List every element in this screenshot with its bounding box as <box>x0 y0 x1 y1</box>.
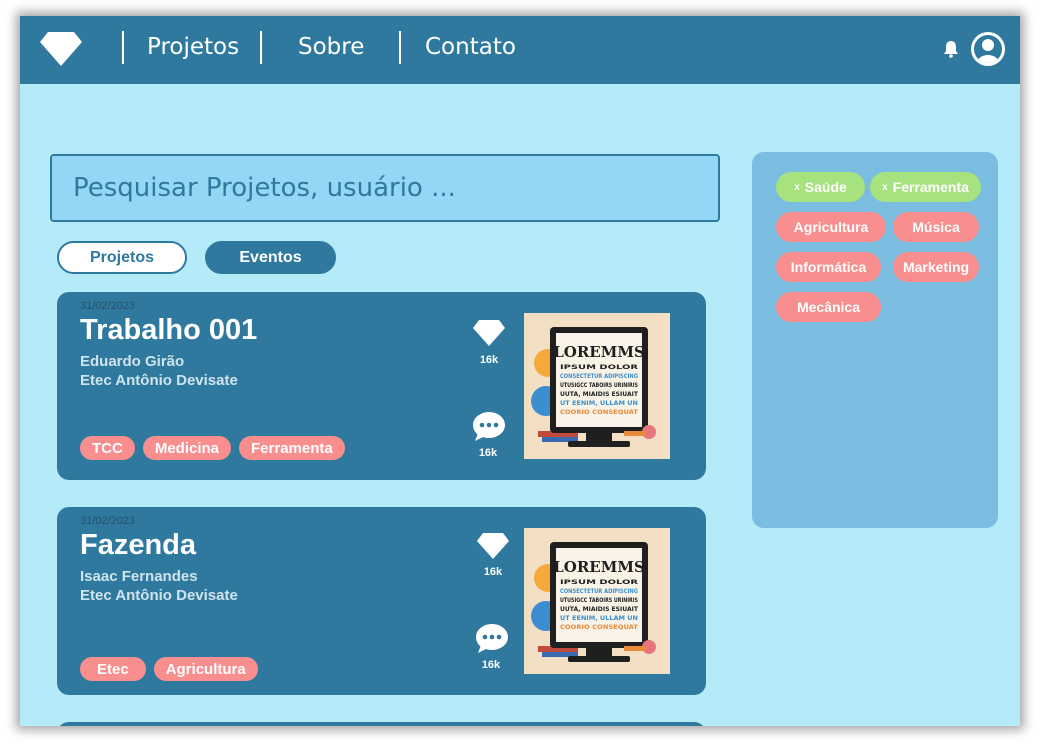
selected-filter-chip[interactable]: x Ferramenta <box>870 172 981 202</box>
remove-filter-icon[interactable]: x <box>882 182 888 193</box>
card-school: Etec Antônio Devisate <box>80 587 238 604</box>
nav-divider <box>399 31 401 64</box>
project-card[interactable]: 31/02/2023 Fazenda Isaac Fernandes Etec … <box>57 507 706 695</box>
thumbnail-text-line: UT EENIM, ULLAM UN <box>560 615 638 622</box>
diamond-like-icon[interactable] <box>473 319 505 347</box>
filter-option-chip[interactable]: Informática <box>776 252 881 282</box>
comment-icon[interactable] <box>475 622 509 654</box>
nav-divider <box>260 31 262 64</box>
top-nav-bar: Projetos Sobre Contato <box>20 16 1020 84</box>
card-title: Fazenda <box>80 529 197 561</box>
tag[interactable]: Agricultura <box>153 657 258 681</box>
filter-option-chip[interactable]: Música <box>893 212 979 242</box>
retro-computer-illustration: LOREMMS IPSUM DOLOR CONSECTETUR ADIPISCING… <box>531 542 656 662</box>
nav-link-contato[interactable]: Contato <box>425 34 516 60</box>
diamond-like-icon[interactable] <box>477 532 509 560</box>
filter-option-chip[interactable]: Mecânica <box>776 292 881 322</box>
chip-label: Saúde <box>804 179 847 195</box>
thumbnail-text-line: UT EENIM, ULLAM UN <box>560 400 638 407</box>
tab-projetos[interactable]: Projetos <box>57 241 187 274</box>
thumbnail-text-line: UTUSIGCC TABOIRS URINIRIS <box>560 382 638 389</box>
bell-icon[interactable] <box>943 40 959 58</box>
project-thumbnail[interactable]: LOREMMS IPSUM DOLOR CONSECTETUR ADIPISCING… <box>524 528 670 674</box>
thumbnail-text-line: CONSECTETUR ADIPISCING <box>560 373 638 380</box>
thumbnail-heading: LOREMMS <box>553 343 645 361</box>
thumbnail-heading: LOREMMS <box>553 558 645 576</box>
thumbnail-text-line: UUTA, MIAIDIS ESIUAIT <box>560 606 639 613</box>
thumbnail-text-line: COORIO CONSEQUAT <box>560 409 639 416</box>
retro-computer-illustration: LOREMMS IPSUM DOLOR CONSECTETUR ADIPISCING… <box>531 327 656 447</box>
card-date: 31/02/2023 <box>80 515 136 527</box>
thumbnail-text-line: IPSUM DOLOR <box>560 364 639 371</box>
card-author: Eduardo Girão <box>80 353 185 370</box>
tag[interactable]: Ferramenta <box>239 436 345 460</box>
project-card[interactable]: 31/02/2023 Trabalho 001 Eduardo Girão Et… <box>57 292 706 480</box>
comment-icon[interactable] <box>472 410 506 442</box>
like-count: 16k <box>483 566 503 578</box>
tag[interactable]: TCC <box>80 436 135 460</box>
thumbnail-text-line: UUTA, MIAIDIS ESIUAIT <box>560 391 639 398</box>
project-card-partial[interactable] <box>57 722 706 726</box>
nav-link-sobre[interactable]: Sobre <box>298 34 364 60</box>
card-author: Isaac Fernandes <box>80 568 198 585</box>
filter-option-chip[interactable]: Marketing <box>893 252 979 282</box>
card-tags: Etec Agricultura <box>80 657 258 681</box>
comment-count: 16k <box>478 447 498 459</box>
like-count: 16k <box>479 354 499 366</box>
nav-link-projetos[interactable]: Projetos <box>147 34 239 60</box>
chip-label: Ferramenta <box>892 179 969 195</box>
diamond-icon[interactable] <box>40 31 82 67</box>
tab-eventos[interactable]: Eventos <box>205 241 336 274</box>
app-window: Projetos Sobre Contato Projetos Eventos … <box>20 16 1020 726</box>
thumbnail-text-line: COORIO CONSEQUAT <box>560 624 639 631</box>
selected-filter-chip[interactable]: x Saúde <box>776 172 865 202</box>
tag[interactable]: Medicina <box>142 436 232 460</box>
nav-divider <box>122 31 124 64</box>
card-title: Trabalho 001 <box>80 314 258 346</box>
tag[interactable]: Etec <box>80 657 146 681</box>
project-thumbnail[interactable]: LOREMMS IPSUM DOLOR CONSECTETUR ADIPISCING… <box>524 313 670 459</box>
thumbnail-text-line: UTUSIGCC TABOIRS URINIRIS <box>560 597 638 604</box>
search-input[interactable] <box>50 154 720 222</box>
card-school: Etec Antônio Devisate <box>80 372 238 389</box>
thumbnail-text-line: CONSECTETUR ADIPISCING <box>560 588 638 595</box>
thumbnail-text-line: IPSUM DOLOR <box>560 579 639 586</box>
card-tags: TCC Medicina Ferramenta <box>80 436 345 460</box>
comment-count: 16k <box>481 659 501 671</box>
remove-filter-icon[interactable]: x <box>794 182 800 193</box>
card-date: 31/02/2023 <box>80 300 136 312</box>
filter-option-chip[interactable]: Agricultura <box>776 212 886 242</box>
user-circle-icon[interactable] <box>971 32 1005 66</box>
filter-panel: x Saúde x Ferramenta Agricultura Música … <box>752 152 998 528</box>
